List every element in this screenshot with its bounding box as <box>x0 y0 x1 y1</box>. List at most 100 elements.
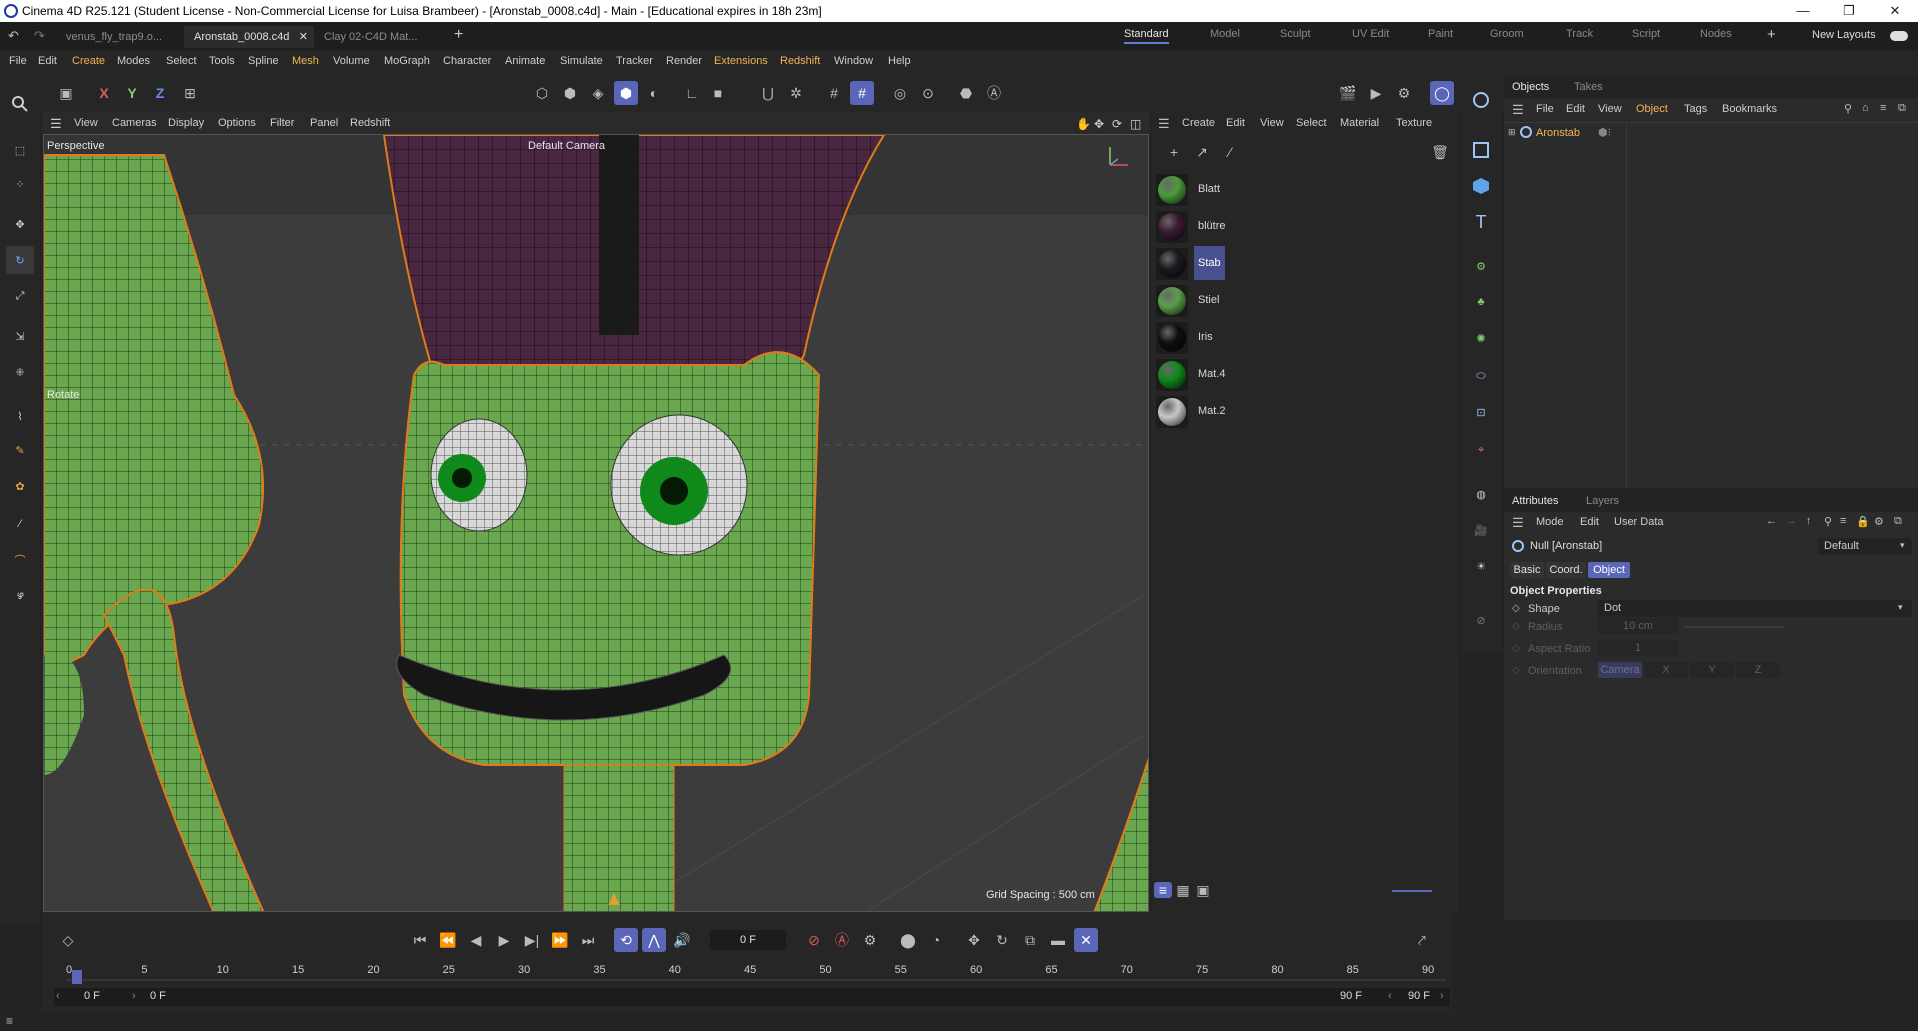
doc-tab-clay[interactable]: Clay 02-C4D Mat... <box>314 26 428 48</box>
fracture-icon[interactable]: ♣ <box>1467 288 1495 316</box>
obj-search-icon[interactable]: ⚲ <box>1844 102 1852 115</box>
obj-home-icon[interactable]: ⌂ <box>1862 102 1869 114</box>
doc-tab-aronstab[interactable]: Aronstab_0008.c4d ✕ <box>184 26 314 48</box>
maximize-view-icon[interactable]: ◫ <box>1130 117 1141 131</box>
close-icon[interactable]: ✕ <box>1872 0 1918 22</box>
menu-mesh[interactable]: Mesh <box>292 55 319 67</box>
y-axis-lock[interactable]: Y <box>120 81 144 105</box>
material-item[interactable]: blütre <box>1154 209 1454 243</box>
viewport-menu-display[interactable]: Display <box>168 117 204 129</box>
delete-material-icon[interactable]: 🗑 <box>1428 140 1452 164</box>
move-tool-icon[interactable]: ✥ <box>6 210 34 238</box>
menu-help[interactable]: Help <box>888 55 911 67</box>
menu-volume[interactable]: Volume <box>333 55 370 67</box>
attr-new-window-icon[interactable]: ⧉ <box>1894 515 1902 528</box>
viewport-perspective-label[interactable]: Perspective <box>47 140 104 152</box>
tab-objects[interactable]: Objects <box>1512 81 1549 93</box>
obj-menu-edit[interactable]: Edit <box>1566 103 1585 115</box>
material-item[interactable]: Iris <box>1154 320 1454 354</box>
start-frame-field[interactable]: 0 F <box>84 990 100 1002</box>
previous-key-icon[interactable]: ⏪ <box>436 928 460 952</box>
keyframe-settings-icon[interactable]: ⚙ <box>858 928 882 952</box>
cloner-icon[interactable]: ⚙ <box>1467 252 1495 280</box>
loop-icon[interactable]: ⟲ <box>614 928 638 952</box>
knife-tool-icon[interactable]: ⁄ <box>6 510 34 538</box>
mat-menu-create[interactable]: Create <box>1182 117 1215 129</box>
redshift-render-view-icon[interactable]: ◯ <box>1430 81 1454 105</box>
light-icon[interactable]: ☀ <box>1467 552 1495 580</box>
null-object-icon[interactable] <box>1467 86 1495 114</box>
coordinate-system-icon[interactable]: ⊞ <box>178 81 202 105</box>
grid-snap-icon[interactable]: # <box>850 81 874 105</box>
transform-tool-icon[interactable]: ⇲ <box>6 322 34 350</box>
spline-object-icon[interactable] <box>1467 136 1495 164</box>
radius-field[interactable]: 10 cm <box>1598 618 1678 634</box>
z-axis-lock[interactable]: Z <box>148 81 172 105</box>
material-item[interactable]: Stab <box>1154 246 1454 280</box>
time-ruler[interactable]: 0 5 10 15 20 25 30 35 40 45 50 55 60 65 70 75 80 85 90 <box>66 964 1446 984</box>
range-bar[interactable]: ‹ 0 F › 0 F 90 F ‹ 90 F › <box>54 988 1450 1006</box>
edges-mode-icon[interactable]: ⬢ <box>558 81 582 105</box>
keyframe-icon[interactable]: ◇ <box>1512 621 1520 632</box>
status-menu-icon[interactable]: ≡ <box>6 1014 13 1028</box>
go-to-start-icon[interactable]: ⏮ <box>408 928 432 952</box>
hamburger-icon[interactable]: ☰ <box>50 116 62 132</box>
solo-icon[interactable]: ■ <box>706 81 730 105</box>
preview-size-slider[interactable] <box>1392 890 1432 892</box>
forward-arrow-icon[interactable]: → <box>1786 515 1797 527</box>
record-icon[interactable]: ⊘ <box>802 928 826 952</box>
polygons-mode-icon[interactable]: ◈ <box>586 81 610 105</box>
obj-menu-object[interactable]: Object <box>1636 103 1668 115</box>
layout-tab-paint[interactable]: Paint <box>1428 28 1453 40</box>
attr-filter-icon[interactable]: ≡ <box>1840 515 1846 527</box>
undo-icon[interactable]: ↶ <box>8 28 19 44</box>
orientation-z[interactable]: Z <box>1736 662 1780 678</box>
add-material-icon[interactable]: + <box>1162 140 1186 164</box>
viewport-menu-view[interactable]: View <box>74 117 98 129</box>
move-view-icon[interactable]: ✥ <box>1094 117 1104 131</box>
material-item[interactable]: Blatt <box>1154 172 1454 206</box>
aspect-ratio-field[interactable]: 1 <box>1598 640 1678 656</box>
keyframe-icon[interactable]: ◇ <box>1512 665 1520 676</box>
layout-tab-nodes[interactable]: Nodes <box>1700 28 1732 40</box>
tab-layers[interactable]: Layers <box>1586 495 1619 507</box>
tab-attributes[interactable]: Attributes <box>1512 495 1558 507</box>
axis-mode-icon[interactable]: ∟ <box>680 81 704 105</box>
layer-icon[interactable]: ⬢⁝ <box>1598 126 1611 139</box>
menu-mograph[interactable]: MoGraph <box>384 55 430 67</box>
timeline-mode-icon[interactable]: ✕ <box>1074 928 1098 952</box>
orientation-x[interactable]: X <box>1644 662 1688 678</box>
menu-window[interactable]: Window <box>834 55 873 67</box>
orbit-view-icon[interactable]: ⟳ <box>1112 117 1122 131</box>
layout-tab-uvedit[interactable]: UV Edit <box>1352 28 1389 40</box>
cube-icon[interactable] <box>1467 172 1495 200</box>
layout-tab-track[interactable]: Track <box>1566 28 1593 40</box>
menu-simulate[interactable]: Simulate <box>560 55 603 67</box>
menu-select[interactable]: Select <box>166 55 197 67</box>
points-mode-icon[interactable]: ⬡ <box>530 81 554 105</box>
key-param-icon[interactable]: ↻ <box>990 928 1014 952</box>
orientation-camera[interactable]: Camera <box>1598 662 1642 678</box>
live-selection-icon[interactable]: ⁘ <box>6 170 34 198</box>
apply-material-icon[interactable]: ↗ <box>1190 140 1214 164</box>
mat-menu-select[interactable]: Select <box>1296 117 1327 129</box>
expand-icon[interactable]: ⊞ <box>1508 127 1516 138</box>
viewport-menu-panel[interactable]: Panel <box>310 117 338 129</box>
menu-spline[interactable]: Spline <box>248 55 279 67</box>
objects-hamburger-icon[interactable]: ☰ <box>1512 102 1524 118</box>
go-to-end-icon[interactable]: ⏭ <box>576 928 600 952</box>
redo-icon[interactable]: ↷ <box>34 28 45 44</box>
effector-icon[interactable]: ✺ <box>1467 324 1495 352</box>
motion-system-icon[interactable]: ▬ <box>1046 928 1070 952</box>
menu-create[interactable]: Create <box>72 55 105 67</box>
viewport-menu-cameras[interactable]: Cameras <box>112 117 157 129</box>
timeline-graph-icon[interactable]: ⤤ <box>1410 928 1434 952</box>
layout-tab-standard[interactable]: Standard <box>1124 28 1169 44</box>
radius-slider[interactable] <box>1684 626 1784 628</box>
viewport-menu-filter[interactable]: Filter <box>270 117 294 129</box>
obj-filter-icon[interactable]: ≡ <box>1880 102 1886 114</box>
sculpt-tool-icon[interactable]: ഴ <box>6 582 34 610</box>
preset-dropdown[interactable]: Default ▾ <box>1818 538 1912 555</box>
workplane-icon[interactable]: # <box>822 81 846 105</box>
search-icon[interactable] <box>6 90 34 118</box>
